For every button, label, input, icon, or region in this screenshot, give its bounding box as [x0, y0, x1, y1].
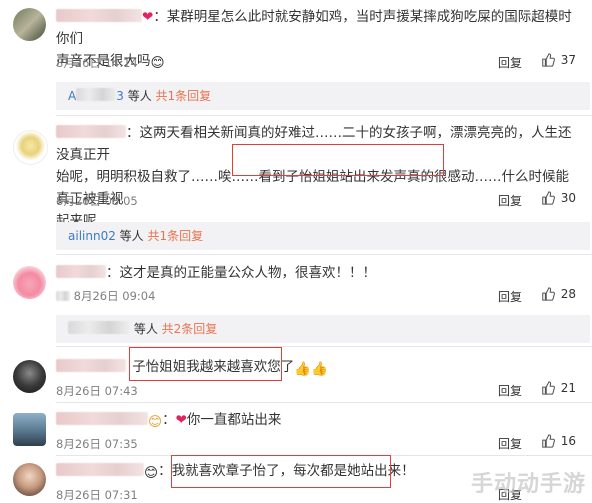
sub-reply-user: A3: [68, 88, 124, 103]
like-button[interactable]: 30: [541, 191, 576, 205]
username[interactable]: [56, 412, 148, 425]
comment-date: 8月26日 07:43: [56, 384, 138, 398]
highlighted-text: 看到子怡姐姐站出来发声真的很感动: [258, 169, 475, 185]
sub-reply-label: 等人: [133, 322, 158, 336]
divider: [56, 254, 592, 255]
sub-replies[interactable]: ailinn02 等人 共1条回复: [56, 222, 590, 250]
like-button[interactable]: 21: [541, 381, 576, 395]
avatar[interactable]: [13, 8, 46, 41]
smile-emoji-icon: 😊: [150, 55, 165, 71]
divider: [56, 346, 592, 347]
like-count: 16: [560, 434, 576, 448]
avatar[interactable]: [13, 266, 46, 299]
divider: [56, 402, 592, 403]
avatar[interactable]: [13, 463, 46, 496]
like-count: 37: [560, 53, 576, 67]
divider: [56, 115, 592, 116]
comment-text: 我就喜欢章子怡了，每次都是她站出来！: [171, 463, 415, 479]
sub-reply-label: 等人: [127, 89, 152, 103]
like-count: 30: [560, 191, 576, 205]
comment-text: 你一直都站出来: [186, 412, 282, 428]
comment-text-part: 始呢，明明积极自救了……唉……: [56, 169, 259, 185]
sub-reply-user: [68, 321, 130, 334]
avatar[interactable]: [13, 360, 46, 393]
like-button[interactable]: 16: [541, 434, 576, 448]
view-replies-link[interactable]: 共2条回复: [162, 322, 218, 336]
reply-button[interactable]: 回复: [498, 54, 522, 71]
badge-icon: 😊: [144, 465, 159, 481]
username[interactable]: [56, 9, 142, 22]
comment-date: 8月26日 07:35: [56, 437, 138, 451]
thumbs-up-icon: [541, 191, 555, 205]
divider: [56, 455, 592, 456]
reply-button[interactable]: 回复: [498, 382, 522, 399]
like-button[interactable]: 37: [541, 53, 576, 67]
comment-date: 8月26日 14:14: [56, 56, 138, 70]
like-count: 21: [560, 381, 576, 395]
thumbs-up-icon: [541, 287, 555, 301]
comment-text: 子怡姐姐我越来越喜欢您了: [132, 359, 295, 375]
view-replies-link[interactable]: 共1条回复: [156, 89, 212, 103]
avatar[interactable]: [13, 130, 48, 165]
like-button[interactable]: 28: [541, 287, 576, 301]
thumbs-up-icon: [541, 434, 555, 448]
comment-date: 8月26日 07:31: [56, 488, 138, 502]
reply-button[interactable]: 回复: [498, 435, 522, 452]
heart-emoji-icon: ❤: [142, 9, 154, 25]
sub-reply-user: ailinn02: [68, 229, 116, 243]
username[interactable]: [56, 125, 126, 138]
reply-button[interactable]: 回复: [498, 192, 522, 209]
comment-text: ：这才是真的正能量公众人物，很喜欢！！！: [106, 265, 376, 281]
comment-date: 8月26日 09:04: [73, 289, 156, 303]
avatar[interactable]: [13, 413, 46, 446]
badge-icon: 😊: [148, 414, 163, 430]
sub-replies[interactable]: 等人 共2条回复: [56, 315, 590, 343]
thumbs-up-icon: [541, 53, 555, 67]
sub-replies[interactable]: A3 等人 共1条回复: [56, 82, 590, 110]
like-count: 28: [560, 287, 576, 301]
watermark-logo: 手动动手游: [470, 472, 586, 497]
username[interactable]: [56, 463, 144, 476]
reply-button[interactable]: 回复: [498, 288, 522, 305]
username[interactable]: [56, 359, 126, 372]
username[interactable]: [56, 265, 106, 278]
view-replies-link[interactable]: 共1条回复: [148, 229, 204, 243]
thumbs-up-icon: [541, 381, 555, 395]
comment-text: ：这两天看相关新闻真的好难过……二十的女孩子啊，漂漂亮亮的，人生还没真正开: [56, 125, 572, 163]
thumbs-emoji-icon: 👍👍: [294, 361, 328, 377]
sub-reply-label: 等人: [119, 229, 144, 243]
heart-emoji-icon: ❤: [175, 412, 187, 428]
comment-date: 8月26日 08:05: [56, 194, 138, 208]
